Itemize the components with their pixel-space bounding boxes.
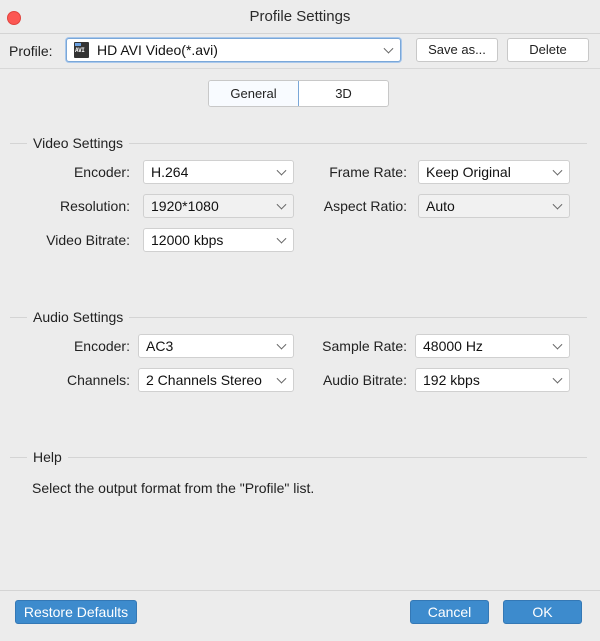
window-title: Profile Settings	[249, 8, 351, 25]
avi-file-icon: AVI	[74, 42, 89, 58]
chevron-down-icon	[276, 339, 287, 350]
cancel-button[interactable]: Cancel	[410, 600, 489, 624]
chevron-down-icon	[276, 199, 287, 210]
sample-rate-value: 48000 Hz	[423, 338, 483, 354]
chevron-down-icon	[276, 373, 287, 384]
profile-dropdown[interactable]: AVI HD AVI Video(*.avi)	[66, 38, 401, 62]
title-bar: Profile Settings	[0, 0, 600, 34]
audio-encoder-dropdown[interactable]: AC3	[138, 334, 294, 358]
frame-rate-dropdown[interactable]: Keep Original	[418, 160, 570, 184]
audio-settings-title: Audio Settings	[27, 309, 130, 325]
video-bitrate-label: Video Bitrate:	[46, 232, 130, 248]
chevron-down-icon	[552, 165, 563, 176]
resolution-label: Resolution:	[59, 198, 130, 214]
aspect-ratio-dropdown[interactable]: Auto	[418, 194, 570, 218]
chevron-down-icon	[276, 233, 287, 244]
profile-row: Profile: AVI HD AVI Video(*.avi) Save as…	[0, 34, 600, 68]
audio-bitrate-dropdown[interactable]: 192 kbps	[415, 368, 570, 392]
tab-bar: General 3D	[208, 80, 389, 107]
tab-3d[interactable]: 3D	[299, 81, 388, 106]
channels-value: 2 Channels Stereo	[146, 372, 262, 388]
help-title: Help	[27, 449, 68, 465]
ok-button[interactable]: OK	[503, 600, 582, 624]
sample-rate-label: Sample Rate:	[322, 338, 407, 354]
help-divider	[10, 457, 587, 458]
save-as-button[interactable]: Save as...	[416, 38, 498, 62]
frame-rate-label: Frame Rate:	[329, 164, 407, 180]
audio-encoder-label: Encoder:	[73, 338, 130, 354]
video-bitrate-dropdown[interactable]: 12000 kbps	[143, 228, 294, 252]
video-encoder-value: H.264	[151, 164, 189, 180]
audio-bitrate-label: Audio Bitrate:	[322, 372, 407, 388]
video-settings-title: Video Settings	[27, 135, 130, 151]
video-bitrate-value: 12000 kbps	[151, 232, 224, 248]
tab-general[interactable]: General	[209, 81, 299, 106]
aspect-ratio-value: Auto	[426, 198, 455, 214]
video-encoder-label: Encoder:	[73, 164, 130, 180]
channels-dropdown[interactable]: 2 Channels Stereo	[138, 368, 294, 392]
profile-label: Profile:	[9, 43, 53, 59]
restore-defaults-button[interactable]: Restore Defaults	[15, 600, 137, 624]
resolution-dropdown[interactable]: 1920*1080	[143, 194, 294, 218]
delete-button[interactable]: Delete	[507, 38, 589, 62]
video-encoder-dropdown[interactable]: H.264	[143, 160, 294, 184]
profile-value: HD AVI Video(*.avi)	[97, 42, 218, 58]
aspect-ratio-label: Aspect Ratio:	[323, 198, 407, 214]
chevron-down-icon	[383, 43, 394, 54]
footer-divider	[0, 590, 600, 591]
chevron-down-icon	[552, 339, 563, 350]
chevron-down-icon	[276, 165, 287, 176]
chevron-down-icon	[552, 373, 563, 384]
chevron-down-icon	[552, 199, 563, 210]
header-divider	[0, 68, 600, 69]
audio-bitrate-value: 192 kbps	[423, 372, 480, 388]
sample-rate-dropdown[interactable]: 48000 Hz	[415, 334, 570, 358]
help-text: Select the output format from the "Profi…	[32, 480, 315, 496]
frame-rate-value: Keep Original	[426, 164, 511, 180]
audio-encoder-value: AC3	[146, 338, 174, 354]
channels-label: Channels:	[66, 372, 130, 388]
resolution-value: 1920*1080	[151, 198, 219, 214]
